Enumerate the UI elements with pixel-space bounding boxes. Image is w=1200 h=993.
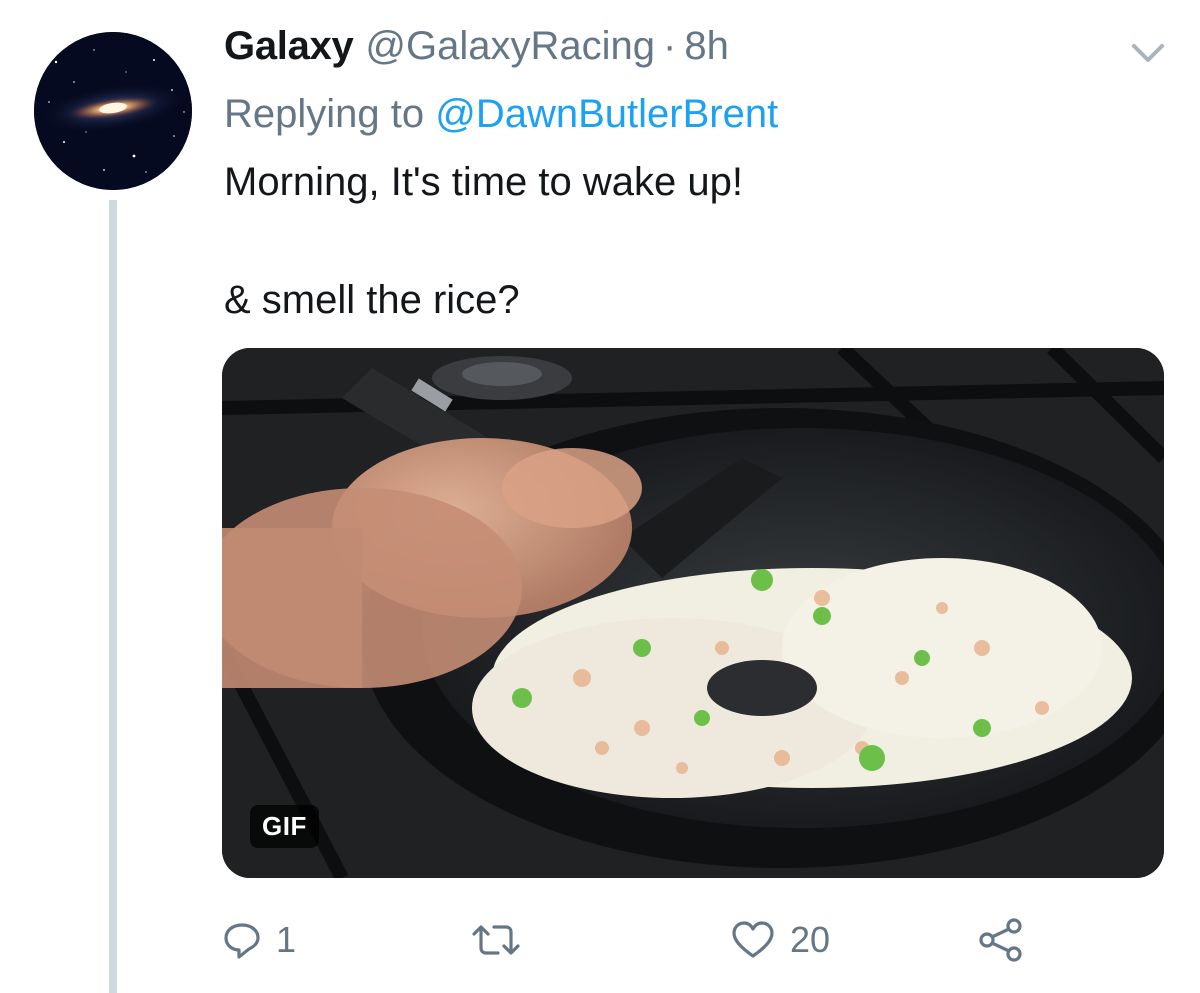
reply-button[interactable]: 1 [222, 910, 296, 970]
timestamp[interactable]: 8h [684, 24, 729, 69]
user-handle[interactable]: @GalaxyRacing [365, 24, 655, 69]
tweet-action-bar: 1 20 [0, 910, 1200, 970]
like-count: 20 [790, 919, 831, 960]
thread-line [109, 200, 117, 993]
retweet-icon [470, 920, 522, 960]
retweet-button[interactable] [470, 910, 536, 970]
tweet-text-line-1: Morning, It's time to wake up! [224, 160, 743, 204]
display-name[interactable]: Galaxy [224, 24, 354, 69]
gif-badge: GIF [250, 805, 319, 848]
reply-count: 1 [276, 919, 297, 960]
reply-icon [222, 920, 262, 960]
replying-to-label: Replying to [224, 92, 425, 136]
separator-dot: · [663, 24, 677, 68]
share-button[interactable] [978, 910, 1024, 970]
replying-to-handle-link[interactable]: @DawnButlerBrent [435, 92, 778, 136]
avatar[interactable] [34, 32, 192, 190]
replying-to: Replying to @DawnButlerBrent [224, 92, 778, 137]
gif-media[interactable] [222, 348, 1164, 878]
share-icon [978, 917, 1024, 963]
heart-icon [730, 920, 776, 960]
cooking-rice-gif-image [222, 348, 1164, 878]
tweet-header: Galaxy @GalaxyRacing · 8h [224, 24, 729, 80]
like-button[interactable]: 20 [730, 910, 830, 970]
galaxy-avatar-image [34, 32, 192, 190]
chevron-down-icon[interactable] [1128, 38, 1168, 70]
tweet-text-line-2: & smell the rice? [224, 278, 520, 322]
